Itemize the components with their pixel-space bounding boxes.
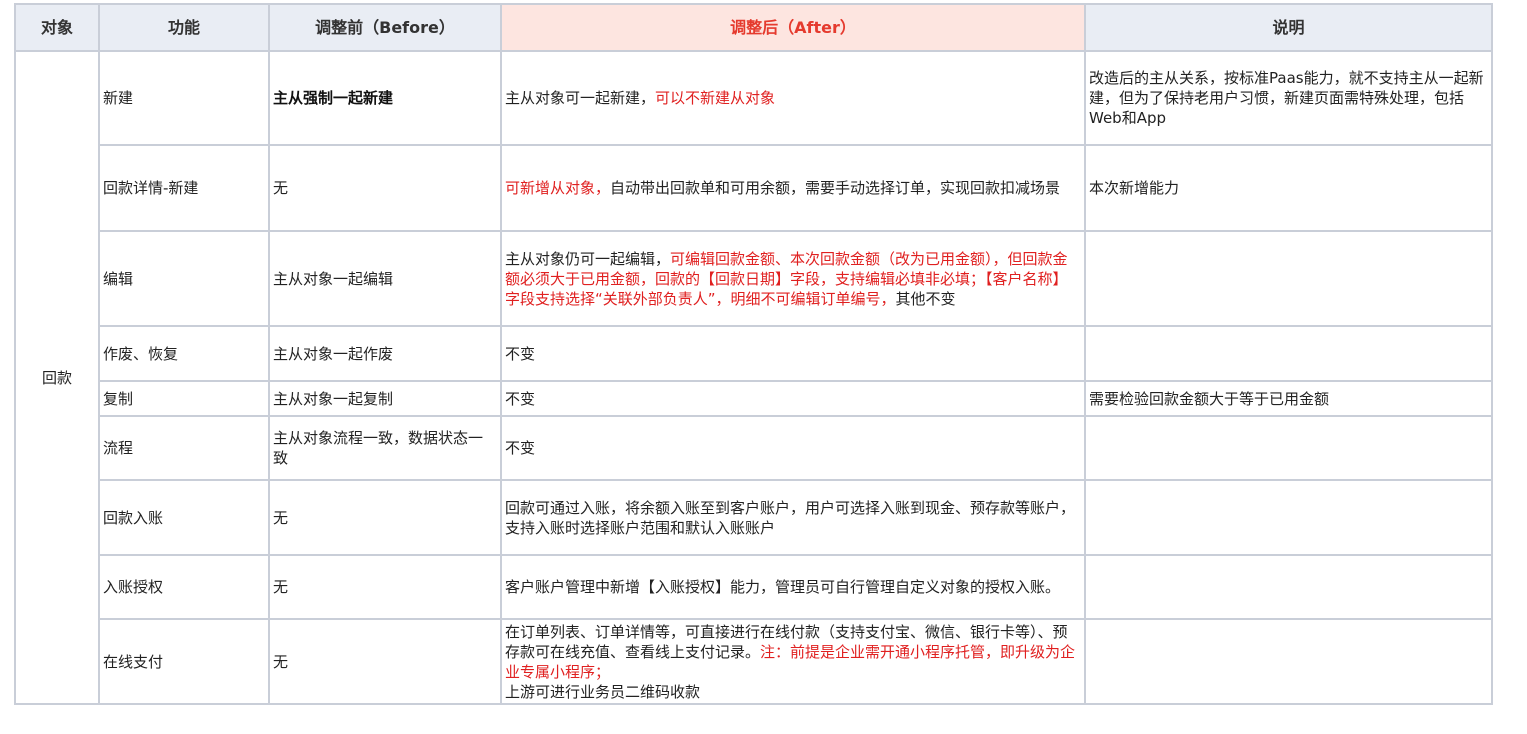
- before-cell: 无: [268, 618, 502, 705]
- after-text: 自动带出回款单和可用余额，需要手动选择订单，实现回款扣减场景: [610, 179, 1061, 197]
- header-before: 调整前（Before）: [268, 3, 502, 52]
- after-cell: 主从对象可一起新建，可以不新建从对象: [500, 50, 1086, 146]
- function-cell: 作废、恢复: [98, 325, 270, 382]
- table-body: 回款 新建 主从强制一起新建 主从对象可一起新建，可以不新建从对象 改造后的主从…: [14, 50, 1493, 705]
- function-cell: 复制: [98, 380, 270, 417]
- table-row: 流程 主从对象流程一致，数据状态一致 不变: [15, 415, 1493, 481]
- header-note: 说明: [1084, 3, 1493, 52]
- after-cell: 不变: [500, 415, 1086, 481]
- note-cell: 改造后的主从关系，按标准Paas能力，就不支持主从一起新建，但为了保持老用户习惯…: [1084, 50, 1493, 146]
- header-after: 调整后（After）: [500, 3, 1086, 52]
- function-cell: 回款入账: [98, 479, 270, 556]
- table-row: 复制 主从对象一起复制 不变 需要检验回款金额大于等于已用金额: [15, 380, 1493, 417]
- function-cell: 新建: [98, 50, 270, 146]
- before-cell: 主从对象一起编辑: [268, 230, 502, 327]
- after-text: 主从对象仍可一起编辑，: [505, 249, 671, 268]
- after-text: 不变: [505, 344, 536, 363]
- function-cell: 编辑: [98, 230, 270, 327]
- table-row: 作废、恢复 主从对象一起作废 不变: [15, 325, 1493, 382]
- table-row: 入账授权 无 客户账户管理中新增【入账授权】能力，管理员可自行管理自定义对象的授…: [15, 554, 1493, 620]
- before-cell: 主从对象一起作废: [268, 325, 502, 382]
- object-cell: 回款: [14, 50, 100, 705]
- table-row: 编辑 主从对象一起编辑 主从对象仍可一起编辑，可编辑回款金额、本次回款金额（改为…: [15, 230, 1493, 327]
- table-row: 回款入账 无 回款可通过入账，将余额入账至到客户账户，用户可选择入账到现金、预存…: [15, 479, 1493, 556]
- table-row: 在线支付 无 在订单列表、订单详情等，可直接进行在线付款（支持支付宝、微信、银行…: [15, 618, 1493, 705]
- function-cell: 入账授权: [98, 554, 270, 620]
- note-cell: 需要检验回款金额大于等于已用金额: [1084, 380, 1493, 417]
- after-text: 其他不变: [895, 289, 956, 308]
- before-cell: 主从对象流程一致，数据状态一致: [268, 415, 502, 481]
- after-cell: 客户账户管理中新增【入账授权】能力，管理员可自行管理自定义对象的授权入账。: [500, 554, 1086, 620]
- after-text: 上游可进行业务员二维码收款: [505, 682, 701, 701]
- function-cell: 流程: [98, 415, 270, 481]
- note-cell: 本次新增能力: [1084, 144, 1493, 232]
- table-row: 回款详情-新建 无 可新增从对象，自动带出回款单和可用余额，需要手动选择订单，实…: [15, 144, 1493, 232]
- before-cell: 无: [268, 144, 502, 232]
- comparison-table: 对象 功能 调整前（Before） 调整后（After） 说明 回款 新建 主从…: [14, 3, 1493, 705]
- after-text: 主从对象可一起新建，: [505, 89, 656, 107]
- before-cell: 无: [268, 479, 502, 556]
- highlight-text: 可以不新建从对象: [655, 89, 776, 107]
- after-cell: 不变: [500, 325, 1086, 382]
- note-cell: [1084, 618, 1493, 705]
- header-row: 对象 功能 调整前（Before） 调整后（After） 说明: [14, 3, 1493, 52]
- function-cell: 在线支付: [98, 618, 270, 705]
- after-text: 回款可通过入账，将余额入账至到客户账户，用户可选择入账到现金、预存款等账户，支持…: [505, 498, 1076, 537]
- after-text: 不变: [505, 439, 536, 457]
- after-text: 客户账户管理中新增【入账授权】能力，管理员可自行管理自定义对象的授权入账。: [505, 578, 1061, 596]
- after-cell: 在订单列表、订单详情等，可直接进行在线付款（支持支付宝、微信、银行卡等）、预存款…: [500, 618, 1086, 705]
- highlight-text: 可新增从对象，: [505, 179, 611, 197]
- table-row: 回款 新建 主从强制一起新建 主从对象可一起新建，可以不新建从对象 改造后的主从…: [14, 50, 1493, 705]
- before-cell: 主从对象一起复制: [268, 380, 502, 417]
- after-cell: 主从对象仍可一起编辑，可编辑回款金额、本次回款金额（改为已用金额），但回款金额必…: [500, 230, 1086, 327]
- after-cell: 不变: [500, 380, 1086, 417]
- before-cell: 主从强制一起新建: [268, 50, 502, 146]
- before-cell: 无: [268, 554, 502, 620]
- function-cell: 回款详情-新建: [98, 144, 270, 232]
- after-text: 不变: [505, 389, 536, 408]
- note-cell: [1084, 479, 1493, 556]
- note-cell: [1084, 230, 1493, 327]
- after-cell: 回款可通过入账，将余额入账至到客户账户，用户可选择入账到现金、预存款等账户，支持…: [500, 479, 1086, 556]
- note-cell: [1084, 554, 1493, 620]
- note-cell: [1084, 325, 1493, 382]
- header-function: 功能: [98, 3, 270, 52]
- after-cell: 可新增从对象，自动带出回款单和可用余额，需要手动选择订单，实现回款扣减场景: [500, 144, 1086, 232]
- note-cell: [1084, 415, 1493, 481]
- header-object: 对象: [14, 3, 100, 52]
